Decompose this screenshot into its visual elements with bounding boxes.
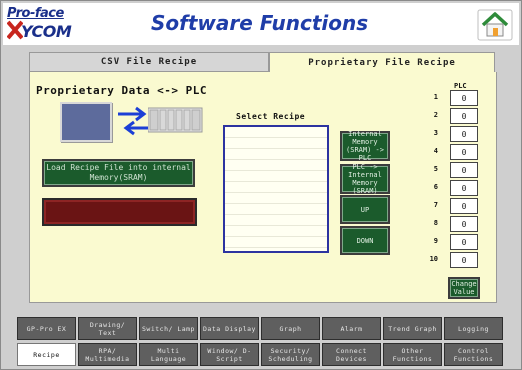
plc-row-number: 1: [433, 93, 438, 101]
list-item[interactable]: [225, 215, 327, 226]
nav-data-display[interactable]: Data Display: [200, 317, 259, 340]
load-recipe-button[interactable]: Load Recipe File into internal Memory(SR…: [42, 159, 195, 187]
plc-value-field[interactable]: 0: [450, 162, 478, 178]
nav-rpa-multimedia[interactable]: RPA/ Multimedia: [78, 343, 137, 366]
list-item[interactable]: [225, 171, 327, 182]
plc-row: 3 0: [428, 126, 478, 143]
nav-trend-graph[interactable]: Trend Graph: [383, 317, 442, 340]
change-value-button[interactable]: Change Value: [448, 277, 480, 299]
nav-drawing-text[interactable]: Drawing/ Text: [78, 317, 137, 340]
nav-connect-devices[interactable]: Connect Devices: [322, 343, 381, 366]
plc-row: 2 0: [428, 108, 478, 125]
list-item[interactable]: [225, 127, 327, 138]
display-monitor-icon: [60, 102, 112, 142]
panel-title: Proprietary Data <-> PLC: [36, 84, 207, 97]
list-item[interactable]: [225, 226, 327, 237]
plc-value-field[interactable]: 0: [450, 144, 478, 160]
plc-value-field[interactable]: 0: [450, 108, 478, 124]
plc-row-number: 3: [433, 129, 438, 137]
nav-switch-lamp[interactable]: Switch/ Lamp: [139, 317, 198, 340]
nav-recipe[interactable]: Recipe: [17, 343, 76, 366]
plc-row-number: 6: [433, 183, 438, 191]
nav-security-scheduling[interactable]: Security/ Scheduling: [261, 343, 320, 366]
plc-row: 6 0: [428, 180, 478, 197]
plc-value-field[interactable]: 0: [450, 216, 478, 232]
nav-other-functions[interactable]: Other Functions: [383, 343, 442, 366]
plc-row: 5 0: [428, 162, 478, 179]
plc-to-sram-button[interactable]: PLC -> Internal Memory (SRAM): [340, 163, 390, 195]
nav-alarm[interactable]: Alarm: [322, 317, 381, 340]
header-bar: Pro-face YCOM Software Functions: [3, 3, 519, 45]
list-item[interactable]: [225, 204, 327, 215]
plc-value-field[interactable]: 0: [450, 252, 478, 268]
list-item[interactable]: [225, 193, 327, 204]
plc-row-number: 9: [433, 237, 438, 245]
logo-text-top: Pro-face: [7, 6, 64, 21]
tab-bar: CSV File Recipe Proprietary File Recipe: [29, 52, 495, 72]
plc-value-field[interactable]: 0: [450, 90, 478, 106]
list-item[interactable]: [225, 149, 327, 160]
plc-row: 9 0: [428, 234, 478, 251]
plc-value-field[interactable]: 0: [450, 126, 478, 142]
nav-control-functions[interactable]: Control Functions: [444, 343, 503, 366]
plc-row-number: 5: [433, 165, 438, 173]
home-icon[interactable]: [477, 9, 513, 41]
recipe-select-list[interactable]: [223, 125, 329, 253]
plc-row: 1 0: [428, 90, 478, 107]
nav-window-dscript[interactable]: Window/ D-Script: [200, 343, 259, 366]
sram-to-plc-button[interactable]: Internal Memory (SRAM) -> PLC: [340, 130, 390, 162]
select-recipe-label: Select Recipe: [236, 112, 306, 121]
down-button[interactable]: DOWN: [340, 226, 390, 255]
nav-logging[interactable]: Logging: [444, 317, 503, 340]
list-item[interactable]: [225, 182, 327, 193]
plc-value-field[interactable]: 0: [450, 234, 478, 250]
page-title: Software Functions: [151, 11, 369, 35]
plc-row-number: 10: [429, 255, 438, 263]
nav-gp-pro-ex[interactable]: GP-Pro EX: [17, 317, 76, 340]
bottom-navigation: GP-Pro EX Drawing/ Text Switch/ Lamp Dat…: [17, 317, 507, 367]
plc-value-field[interactable]: 0: [450, 180, 478, 196]
plc-row: 4 0: [428, 144, 478, 161]
nav-multi-language[interactable]: Multi Language: [139, 343, 198, 366]
nav-graph[interactable]: Graph: [261, 317, 320, 340]
plc-row: 10 0: [428, 252, 478, 269]
list-item[interactable]: [225, 138, 327, 149]
logo-text-bottom: YCOM: [21, 22, 72, 41]
list-item[interactable]: [225, 160, 327, 171]
plc-row: 7 0: [428, 198, 478, 215]
plc-row-number: 4: [433, 147, 438, 155]
tab-csv-file-recipe[interactable]: CSV File Recipe: [29, 52, 269, 72]
list-item[interactable]: [225, 237, 327, 248]
status-display-bar: [42, 198, 197, 226]
screen-frame: Pro-face YCOM Software Functions CSV Fil…: [0, 0, 522, 370]
plc-value-field[interactable]: 0: [450, 198, 478, 214]
up-button[interactable]: UP: [340, 195, 390, 224]
plc-row-number: 8: [433, 219, 438, 227]
plc-device-icon: [148, 107, 203, 133]
plc-row-number: 7: [433, 201, 438, 209]
proface-logo: Pro-face YCOM: [7, 6, 72, 42]
recipe-panel: Proprietary Data <-> PLC Load Recipe Fil…: [29, 72, 497, 303]
tab-proprietary-file-recipe[interactable]: Proprietary File Recipe: [269, 52, 495, 72]
plc-label: PLC: [454, 82, 467, 90]
plc-row-number: 2: [433, 111, 438, 119]
plc-row: 8 0: [428, 216, 478, 233]
